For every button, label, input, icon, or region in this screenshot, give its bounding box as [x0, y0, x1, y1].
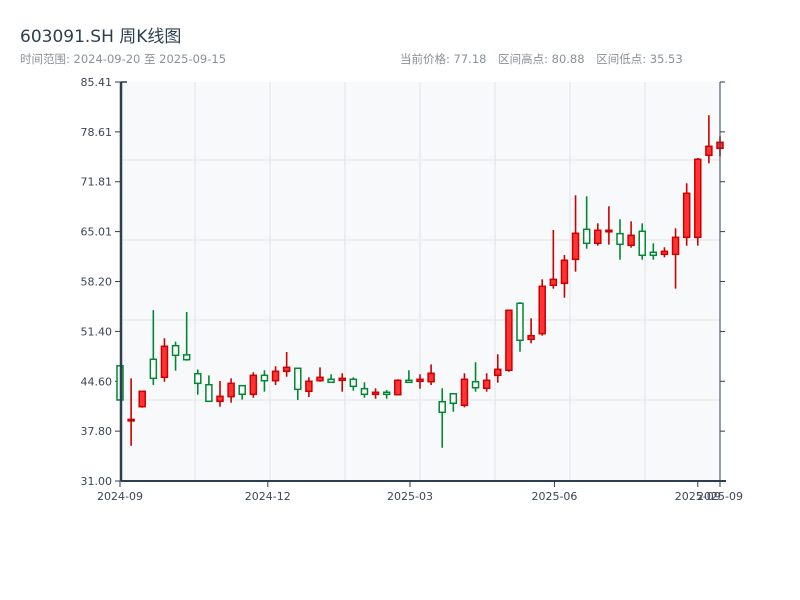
candle-body-up [682, 192, 691, 239]
candle-body-up [160, 345, 169, 379]
candle-body-up [694, 158, 702, 239]
candle-body-down [260, 374, 269, 382]
y-tick-label: 85.41 [81, 76, 113, 89]
candle-body-down [405, 379, 413, 384]
candle-body-down [438, 400, 446, 414]
candle-body-up [494, 368, 502, 377]
candle-body-up [227, 382, 235, 398]
candle-body-up [416, 378, 424, 383]
x-tick-label: 2024-09 [97, 490, 143, 503]
candle-body-down [238, 384, 246, 395]
candle-body-down [182, 354, 191, 361]
candle-body-up [127, 418, 135, 422]
x-tick-label: 2024-12 [245, 490, 291, 503]
candle-body-up [271, 370, 280, 382]
candle-body-down [360, 387, 369, 396]
candle-body-down [205, 383, 213, 403]
y-tick-label: 65.01 [81, 226, 113, 239]
y-tick-label: 51.40 [81, 325, 113, 338]
candle-body-up [282, 366, 291, 373]
candle-body-up [560, 259, 569, 285]
candle-body-down [516, 302, 524, 342]
candle-body-up [538, 285, 546, 335]
candle-body-down [194, 372, 202, 385]
x-tick-label: 2025-06 [531, 490, 577, 503]
candle-body-down [649, 251, 658, 257]
candle-body-up [660, 250, 669, 256]
candle-body-up [549, 278, 558, 287]
candle-body-up [216, 395, 224, 403]
candle-body-down [638, 230, 646, 257]
candle-body-up [594, 229, 602, 245]
candle-body-down [382, 391, 391, 396]
candle-body-up [705, 145, 713, 157]
candle-body-up [371, 391, 380, 396]
x-tick-label: 2025-03 [387, 490, 433, 503]
candle-body-up [316, 376, 324, 382]
candle-body-up [527, 334, 535, 341]
candle-body-down [327, 378, 335, 384]
candlestick-chart: 31.00 37.80 44.60 51.40 58.20 65.01 71.81 78.61… [81, 76, 743, 503]
candle-body-down [171, 344, 180, 357]
candle-body-up [671, 236, 680, 256]
candle-body-up [249, 374, 258, 396]
candle-body-up [338, 377, 346, 382]
candle-body-up [505, 309, 513, 372]
candle-body-up [482, 379, 491, 390]
x-tick-label: 2025-09 [697, 490, 743, 503]
y-tick-label: 31.00 [81, 475, 113, 488]
candle-body-down [294, 367, 302, 391]
candle-body-up [571, 232, 580, 261]
candle-body-up [305, 380, 313, 393]
candle-body-down [149, 358, 158, 380]
y-tick-label: 78.61 [81, 126, 113, 139]
y-tick-label: 71.81 [81, 176, 113, 189]
candle-body-down [582, 228, 591, 245]
candle-body-up [627, 234, 635, 247]
candle-body-up [605, 229, 613, 233]
candle-body-up [138, 390, 146, 408]
candle-body-up [460, 378, 469, 407]
y-tick-label: 44.60 [81, 375, 113, 388]
candle-body-down [349, 378, 358, 388]
candle-body-up [394, 379, 402, 396]
candle-body-up [427, 372, 435, 383]
y-tick-label: 58.20 [81, 276, 113, 289]
candle-body-down [616, 232, 624, 246]
y-tick-label: 37.80 [81, 425, 113, 438]
candle-body-down [449, 392, 458, 405]
candle-body-down [471, 380, 480, 389]
